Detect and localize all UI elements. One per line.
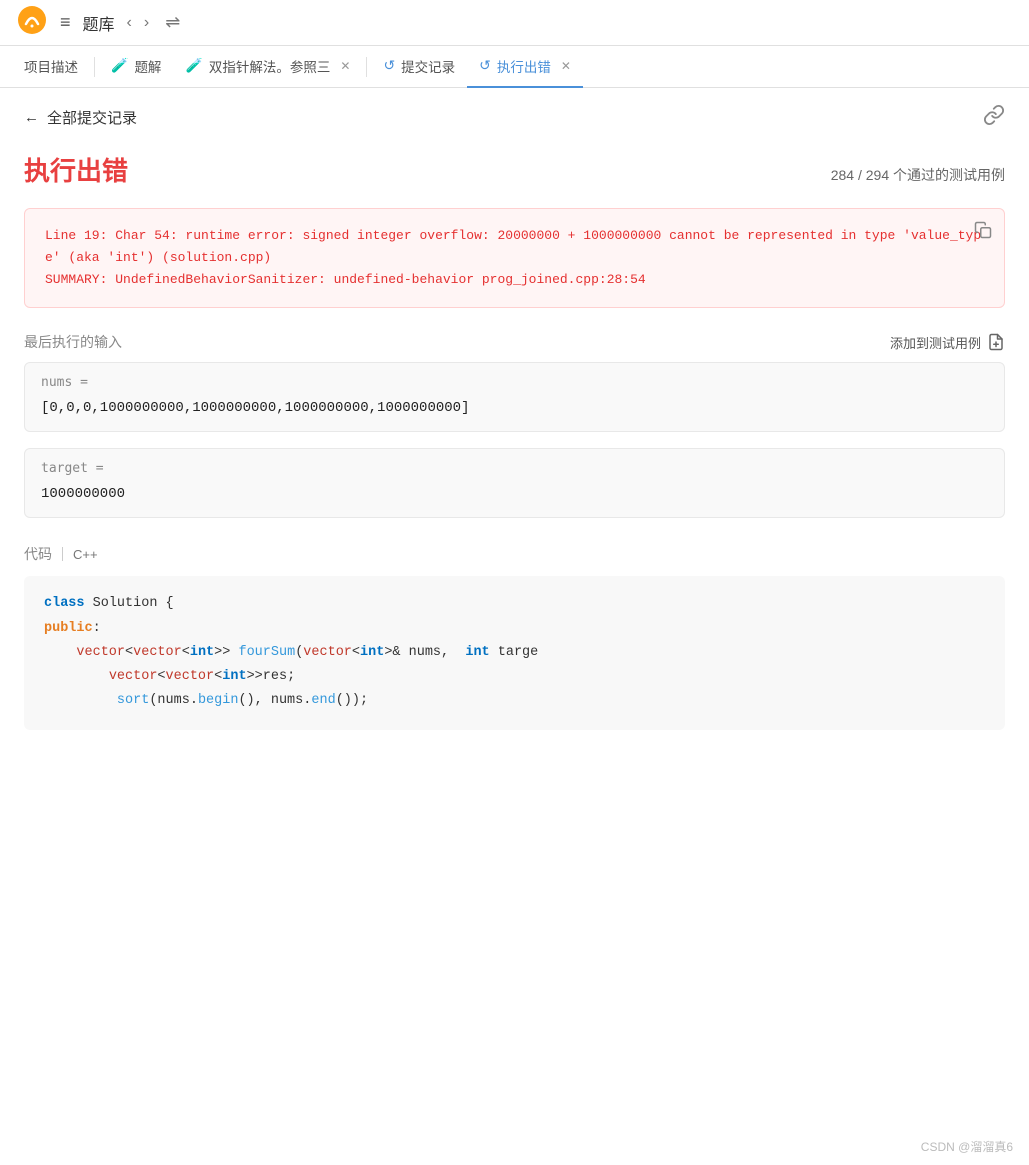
colon: : xyxy=(93,621,101,636)
copy-icon[interactable] xyxy=(974,221,992,244)
back-arrow-icon: ← xyxy=(24,109,39,126)
code-separator xyxy=(62,547,63,561)
code-line-2: public: xyxy=(44,617,985,641)
next-arrow[interactable]: › xyxy=(144,14,149,32)
code-label: 代码 xyxy=(24,544,52,564)
lang-label: C++ xyxy=(73,547,98,562)
back-bar: ← 全部提交记录 xyxy=(24,104,1005,131)
code-line-3: vector<vector<int>> fourSum(vector<int>&… xyxy=(44,641,985,665)
tab-solution-label: 题解 xyxy=(134,56,161,76)
last-input-section: 最后执行的输入 添加到测试用例 xyxy=(24,332,1005,352)
tab-submissions[interactable]: ↺ 提交记录 xyxy=(371,46,467,88)
target-value: 1000000000 xyxy=(41,484,988,505)
error-box: Line 19: Char 54: runtime error: signed … xyxy=(24,208,1005,308)
back-label: 全部提交记录 xyxy=(47,107,137,128)
shuffle-icon[interactable]: ⇌ xyxy=(165,12,180,33)
kw-class: class xyxy=(44,596,85,611)
tab-solution[interactable]: 🧪 题解 xyxy=(99,46,173,88)
class-name: Solution { xyxy=(85,596,174,611)
nav-label: 题库 xyxy=(83,11,115,35)
list-icon[interactable]: ≡ xyxy=(60,12,71,33)
nums-label: nums = xyxy=(41,375,988,390)
kw-public: public xyxy=(44,621,93,636)
watermark: CSDN @溜溜真6 xyxy=(921,1138,1013,1155)
submissions-icon: ↺ xyxy=(383,57,395,74)
tab-two-pointer-close[interactable]: ✕ xyxy=(340,59,350,73)
tab-description-label: 项目描述 xyxy=(24,56,78,76)
tab-runtime-error-close[interactable]: ✕ xyxy=(561,59,571,73)
back-button[interactable]: ← 全部提交记录 xyxy=(24,107,137,128)
nums-value: [0,0,0,1000000000,1000000000,1000000000,… xyxy=(41,398,988,419)
tab-divider-2 xyxy=(366,57,367,77)
prev-arrow[interactable]: ‹ xyxy=(127,14,132,32)
tab-bar: 项目描述 🧪 题解 🧪 双指针解法。参照三 ✕ ↺ 提交记录 ↺ 执行出错 ✕ xyxy=(0,46,1029,88)
error-header: 执行出错 284 / 294 个通过的测试用例 xyxy=(24,151,1005,188)
two-pointer-icon: 🧪 xyxy=(185,57,202,74)
runtime-error-icon: ↺ xyxy=(479,57,491,74)
code-line-5: sort(nums.begin(), nums.end()); xyxy=(44,689,985,713)
target-label: target = xyxy=(41,461,988,476)
last-input-label: 最后执行的输入 xyxy=(24,332,122,352)
code-line-1: class Solution { xyxy=(44,592,985,616)
add-test-button[interactable]: 添加到测试用例 xyxy=(890,333,1005,352)
error-title: 执行出错 xyxy=(24,151,128,188)
share-link-icon[interactable] xyxy=(983,104,1005,131)
tab-runtime-error-label: 执行出错 xyxy=(497,56,551,76)
code-block: class Solution { public: vector<vector<i… xyxy=(24,576,1005,729)
solution-icon: 🧪 xyxy=(111,57,128,74)
code-section-header: 代码 C++ xyxy=(24,534,1005,564)
top-nav: ≡ 题库 ‹ › ⇌ xyxy=(0,0,1029,46)
add-test-label: 添加到测试用例 xyxy=(890,333,981,352)
test-count: 284 / 294 个通过的测试用例 xyxy=(831,165,1005,185)
tab-runtime-error[interactable]: ↺ 执行出错 ✕ xyxy=(467,46,583,88)
tab-divider-1 xyxy=(94,57,95,77)
add-test-icon xyxy=(987,333,1005,351)
tab-submissions-label: 提交记录 xyxy=(401,56,455,76)
code-line-4: vector<vector<int>>res; xyxy=(44,665,985,689)
nums-input-box: nums = [0,0,0,1000000000,1000000000,1000… xyxy=(24,362,1005,432)
target-input-box: target = 1000000000 xyxy=(24,448,1005,518)
tab-two-pointer[interactable]: 🧪 双指针解法。参照三 ✕ xyxy=(173,46,362,88)
tab-description[interactable]: 项目描述 xyxy=(12,46,90,88)
logo[interactable] xyxy=(16,4,48,41)
main-content: ← 全部提交记录 执行出错 284 / 294 个通过的测试用例 Line 19… xyxy=(0,88,1029,746)
error-message: Line 19: Char 54: runtime error: signed … xyxy=(45,225,984,291)
tab-two-pointer-label: 双指针解法。参照三 xyxy=(209,56,331,76)
